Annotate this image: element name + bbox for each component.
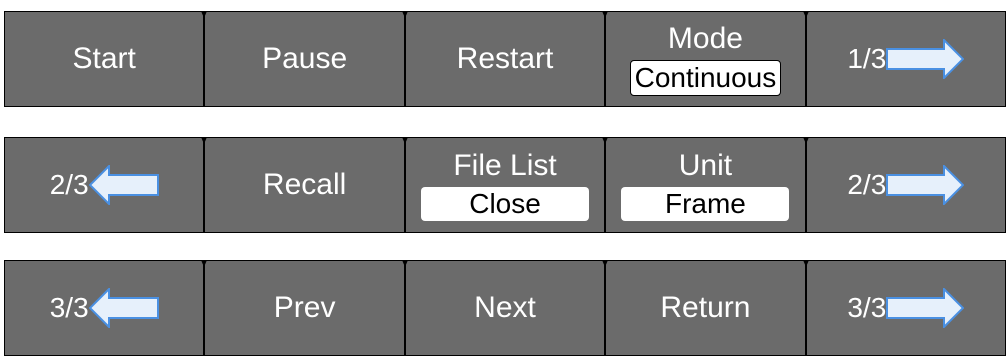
page-indicator: 2/3: [847, 169, 887, 200]
next-page-button[interactable]: 2/3: [802, 137, 1006, 232]
menu-bar-page-1: Start Pause Restart Mode Continuous 1/3: [4, 11, 1006, 107]
arrow-right-icon: [886, 288, 965, 328]
prev-button[interactable]: Prev: [201, 260, 404, 355]
restart-button[interactable]: Restart: [401, 11, 605, 106]
next-button-label: Next: [474, 291, 536, 324]
arrow-right-icon: [886, 39, 965, 79]
prev-page-button[interactable]: 2/3: [5, 138, 204, 232]
file-list-label: File List: [453, 149, 557, 182]
start-button[interactable]: Start: [5, 12, 204, 106]
recall-button-label: Recall: [262, 168, 347, 201]
pause-button[interactable]: Pause: [201, 11, 404, 106]
menu-bar-page-2: 2/3 Recall File List Close Unit Frame 2/…: [4, 137, 1006, 233]
menu-bar-page-3: 3/3 Prev Next Return 3/3: [4, 260, 1006, 356]
prev-button-label: Prev: [273, 291, 336, 324]
unit-value: Frame: [621, 187, 790, 221]
return-button-label: Return: [660, 291, 751, 324]
next-page-button[interactable]: 3/3: [802, 260, 1006, 355]
mode-value: Continuous: [629, 60, 782, 96]
start-button-label: Start: [72, 42, 136, 75]
arrow-left-icon: [88, 165, 159, 205]
unit-selector[interactable]: Unit Frame: [602, 137, 805, 232]
file-list-value: Close: [421, 187, 590, 221]
pause-button-label: Pause: [262, 42, 348, 75]
mode-label: Mode: [667, 22, 743, 55]
file-list-selector[interactable]: File List Close: [401, 137, 605, 232]
page-indicator: 1/3: [847, 43, 887, 74]
restart-button-label: Restart: [456, 42, 554, 75]
next-button[interactable]: Next: [401, 260, 605, 355]
arrow-left-icon: [88, 288, 159, 328]
unit-label: Unit: [678, 149, 733, 182]
arrow-right-icon: [886, 165, 965, 205]
mode-selector[interactable]: Mode Continuous: [602, 11, 805, 106]
return-button[interactable]: Return: [602, 260, 805, 355]
page-indicator: 2/3: [49, 169, 89, 200]
page-indicator: 3/3: [847, 292, 887, 323]
recall-button[interactable]: Recall: [201, 137, 404, 232]
next-page-button[interactable]: 1/3: [802, 11, 1006, 106]
prev-page-button[interactable]: 3/3: [5, 261, 204, 355]
page-indicator: 3/3: [49, 292, 89, 323]
